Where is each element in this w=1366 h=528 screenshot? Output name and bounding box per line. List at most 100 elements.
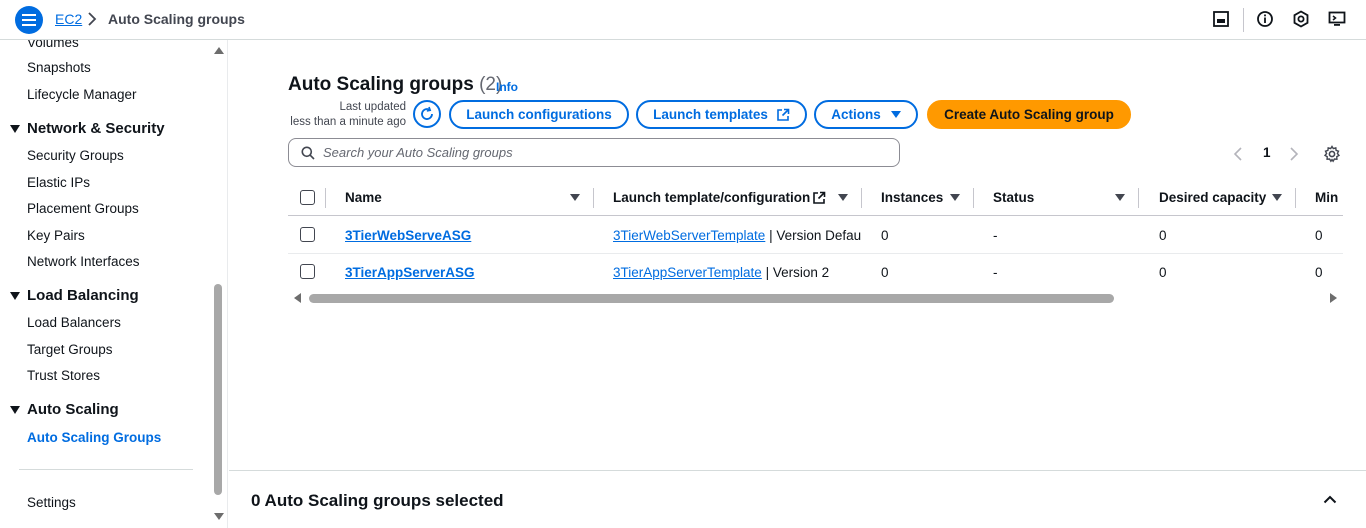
- search-input[interactable]: [323, 139, 883, 166]
- top-navigation-bar: EC2 Auto Scaling groups: [0, 0, 1366, 40]
- chevron-up-icon[interactable]: [1323, 494, 1337, 504]
- scroll-up-arrow-icon[interactable]: [214, 47, 224, 54]
- sidebar-item-settings[interactable]: Settings: [27, 495, 76, 510]
- chevron-right-icon: [88, 12, 97, 26]
- column-divider[interactable]: [1295, 188, 1296, 208]
- desired-capacity-cell: 0: [1159, 265, 1167, 280]
- sort-icon[interactable]: [1115, 194, 1125, 201]
- asg-name-link[interactable]: 3TierAppServerASG: [345, 265, 475, 280]
- select-all-checkbox[interactable]: [300, 190, 315, 205]
- topbar-divider: [1243, 8, 1244, 32]
- sidebar-divider: [19, 469, 193, 470]
- sidebar-item-load-balancers[interactable]: Load Balancers: [27, 315, 121, 330]
- column-header-name[interactable]: Name: [345, 190, 382, 205]
- table-row[interactable]: 3TierWebServeASG 3TierWebServerTemplate …: [288, 217, 1343, 254]
- column-header-status[interactable]: Status: [993, 190, 1034, 205]
- sidebar-section-auto-scaling[interactable]: Auto Scaling: [10, 401, 119, 418]
- gear-icon[interactable]: [1323, 145, 1341, 163]
- page-title: Auto Scaling groups (2): [288, 74, 502, 96]
- launch-templates-label: Launch templates: [653, 107, 768, 122]
- refresh-button[interactable]: [413, 100, 441, 128]
- sidebar-item-network-interfaces[interactable]: Network Interfaces: [27, 254, 140, 269]
- last-updated: Last updated less than a minute ago: [288, 100, 406, 130]
- launch-template-version: | Version Default: [765, 228, 861, 243]
- last-updated-label: Last updated: [339, 101, 406, 113]
- pagination-current-page[interactable]: 1: [1263, 145, 1271, 160]
- sidebar-item-security-groups[interactable]: Security Groups: [27, 148, 124, 163]
- scroll-down-arrow-icon[interactable]: [214, 513, 224, 520]
- sidebar-section-load-balancing[interactable]: Load Balancing: [10, 287, 139, 304]
- external-link-icon: [813, 191, 826, 204]
- column-header-launch-template[interactable]: Launch template/configuration: [613, 190, 810, 205]
- search-icon: [301, 146, 315, 160]
- status-cell: -: [993, 265, 998, 280]
- caret-down-icon: [10, 124, 20, 133]
- info-link[interactable]: Info: [496, 80, 518, 94]
- column-header-desired-capacity[interactable]: Desired capacity: [1159, 190, 1266, 205]
- row-checkbox[interactable]: [300, 227, 315, 242]
- caret-down-icon: [890, 110, 901, 118]
- launch-configurations-button[interactable]: Launch configurations: [449, 100, 629, 129]
- breadcrumb-current: Auto Scaling groups: [108, 11, 245, 27]
- sidebar-item-volumes[interactable]: Volumes: [27, 40, 79, 50]
- split-panel: 0 Auto Scaling groups selected: [229, 470, 1366, 528]
- create-auto-scaling-group-label: Create Auto Scaling group: [944, 107, 1114, 122]
- actions-button[interactable]: Actions: [814, 100, 918, 129]
- notifications-icon[interactable]: [1292, 10, 1310, 28]
- caret-down-icon: [10, 405, 20, 414]
- table-horizontal-scrollbar-thumb[interactable]: [309, 294, 1114, 303]
- sidebar-item-snapshots[interactable]: Snapshots: [27, 60, 91, 75]
- sort-icon[interactable]: [1272, 194, 1282, 201]
- instances-cell: 0: [881, 265, 889, 280]
- sidebar-item-lifecycle-manager[interactable]: Lifecycle Manager: [27, 87, 137, 102]
- main-content: Auto Scaling groups (2) Info Last update…: [229, 40, 1366, 470]
- sidebar-item-key-pairs[interactable]: Key Pairs: [27, 228, 85, 243]
- sidebar-section-network-security[interactable]: Network & Security: [10, 120, 165, 137]
- sidebar-item-trust-stores[interactable]: Trust Stores: [27, 368, 100, 383]
- column-divider[interactable]: [1138, 188, 1139, 208]
- auto-scaling-groups-table: Name Launch template/configuration Insta…: [288, 179, 1343, 299]
- menu-icon[interactable]: [15, 6, 43, 34]
- page-title-text: Auto Scaling groups: [288, 74, 474, 95]
- launch-template-version: | Version 2: [761, 265, 830, 280]
- section-label: Auto Scaling: [27, 401, 119, 418]
- column-header-min[interactable]: Min: [1315, 190, 1338, 205]
- create-auto-scaling-group-button[interactable]: Create Auto Scaling group: [927, 100, 1131, 129]
- last-updated-value: less than a minute ago: [290, 116, 406, 128]
- sort-icon[interactable]: [838, 194, 848, 201]
- launch-templates-button[interactable]: Launch templates: [636, 100, 807, 129]
- sidebar-scrollbar-thumb[interactable]: [214, 284, 222, 495]
- sort-icon[interactable]: [570, 194, 580, 201]
- asg-name-link[interactable]: 3TierWebServeASG: [345, 228, 471, 243]
- min-cell: 0: [1315, 265, 1323, 280]
- search-field[interactable]: [288, 138, 900, 167]
- pagination-next-icon[interactable]: [1289, 147, 1299, 161]
- section-label: Network & Security: [27, 120, 165, 137]
- table-row[interactable]: 3TierAppServerASG 3TierAppServerTemplate…: [288, 254, 1343, 291]
- sidebar: Volumes Snapshots Lifecycle Manager Netw…: [0, 40, 228, 528]
- launch-template-link[interactable]: 3TierAppServerTemplate: [613, 265, 762, 280]
- sidebar-item-elastic-ips[interactable]: Elastic IPs: [27, 175, 90, 190]
- caret-down-icon: [10, 291, 20, 300]
- split-panel-title: 0 Auto Scaling groups selected: [251, 491, 504, 510]
- sidebar-item-placement-groups[interactable]: Placement Groups: [27, 201, 139, 216]
- column-divider[interactable]: [861, 188, 862, 208]
- refresh-icon: [421, 106, 433, 120]
- sidebar-item-auto-scaling-groups[interactable]: Auto Scaling Groups: [27, 430, 161, 445]
- actions-label: Actions: [831, 107, 881, 122]
- column-divider[interactable]: [973, 188, 974, 208]
- launch-template-link[interactable]: 3TierWebServerTemplate: [613, 228, 765, 243]
- min-cell: 0: [1315, 228, 1323, 243]
- row-checkbox[interactable]: [300, 264, 315, 279]
- scroll-right-arrow-icon[interactable]: [1330, 293, 1337, 303]
- info-icon[interactable]: [1256, 10, 1274, 28]
- column-divider[interactable]: [593, 188, 594, 208]
- pagination-prev-icon[interactable]: [1233, 147, 1243, 161]
- sidebar-item-target-groups[interactable]: Target Groups: [27, 342, 113, 357]
- panel-icon[interactable]: [1212, 10, 1230, 28]
- column-header-instances[interactable]: Instances: [881, 190, 943, 205]
- breadcrumb-ec2-link[interactable]: EC2: [55, 11, 82, 27]
- cloudshell-icon[interactable]: [1328, 10, 1346, 28]
- sort-icon[interactable]: [950, 194, 960, 201]
- scroll-left-arrow-icon[interactable]: [294, 293, 301, 303]
